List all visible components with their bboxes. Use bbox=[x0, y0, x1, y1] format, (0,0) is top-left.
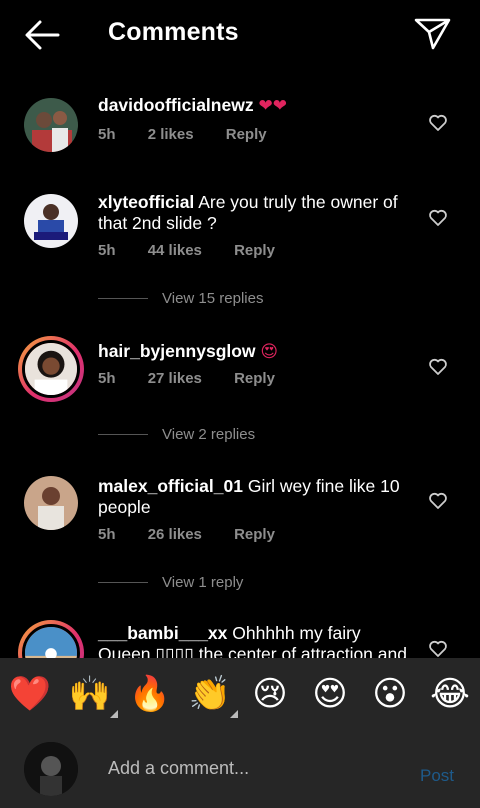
comment-meta: 5h 2 likes Reply bbox=[98, 126, 295, 143]
comment-username[interactable]: hair_byjennysglow bbox=[98, 341, 256, 361]
reply-button[interactable]: Reply bbox=[226, 126, 267, 143]
comment-time: 5h bbox=[98, 370, 116, 387]
add-comment-input[interactable] bbox=[108, 758, 398, 779]
comment-meta: 5h 27 likes Reply bbox=[98, 370, 303, 387]
page-title: Comments bbox=[108, 18, 239, 46]
clapping-hands-emoji: 👏 bbox=[188, 674, 232, 714]
comment-item: hair_byjennysglow 😍 5h 27 likes Reply Vi… bbox=[0, 336, 480, 446]
raising-hands-emoji-button[interactable]: 🙌 bbox=[68, 672, 118, 718]
comment-item: davidoofficialnewz ❤❤ 5h 2 likes Reply bbox=[0, 92, 480, 162]
heart-emoji: ❤❤ bbox=[258, 96, 287, 116]
view-replies-label: View 15 replies bbox=[162, 290, 264, 307]
heart-eyes-emoji-button[interactable]: 😍 bbox=[308, 672, 352, 716]
view-replies-label: View 2 replies bbox=[162, 426, 256, 443]
comment-username[interactable]: davidoofficialnewz bbox=[98, 95, 254, 115]
comment-time: 5h bbox=[98, 242, 116, 259]
reply-button[interactable]: Reply bbox=[234, 370, 275, 387]
divider bbox=[98, 582, 148, 583]
view-replies-link[interactable]: View 1 reply bbox=[98, 574, 243, 591]
crying-face-emoji-button[interactable]: 😢 bbox=[248, 672, 292, 716]
comment-meta: 5h 44 likes Reply bbox=[98, 242, 303, 259]
comment-likes[interactable]: 44 likes bbox=[148, 242, 202, 259]
view-replies-link[interactable]: View 15 replies bbox=[98, 290, 263, 307]
comment-time: 5h bbox=[98, 526, 116, 543]
skin-tone-indicator-icon bbox=[110, 710, 118, 718]
comment-composer-panel: ❤️ 🙌 🔥 👏 😢 😍 😮 😂 Post bbox=[0, 658, 480, 808]
fire-emoji-button[interactable]: 🔥 bbox=[128, 672, 172, 716]
post-button[interactable]: Post bbox=[420, 766, 454, 786]
surprised-face-emoji-button[interactable]: 😮 bbox=[368, 672, 412, 716]
like-heart-icon[interactable] bbox=[428, 113, 448, 133]
divider bbox=[98, 298, 148, 299]
like-heart-icon[interactable] bbox=[428, 357, 448, 377]
comment-likes[interactable]: 27 likes bbox=[148, 370, 202, 387]
comment-item: ___bambi___xx Ohhhhh my fairy Queen ▯▯▯▯… bbox=[0, 620, 480, 658]
reply-button[interactable]: Reply bbox=[234, 242, 275, 259]
tears-of-joy-emoji-button[interactable]: 😂 bbox=[428, 672, 472, 716]
comment-username[interactable]: xlyteofficial bbox=[98, 192, 194, 212]
view-replies-label: View 1 reply bbox=[162, 574, 244, 591]
comment-likes[interactable]: 26 likes bbox=[148, 526, 202, 543]
avatar[interactable] bbox=[24, 98, 78, 152]
avatar[interactable] bbox=[18, 336, 84, 402]
like-heart-icon[interactable] bbox=[428, 639, 448, 658]
comment-username[interactable]: ___bambi___xx bbox=[98, 623, 227, 643]
heart-eyes-emoji: 😍 bbox=[260, 342, 279, 362]
current-user-avatar bbox=[24, 742, 78, 796]
red-heart-emoji-button[interactable]: ❤️ bbox=[8, 672, 52, 716]
view-replies-link[interactable]: View 2 replies bbox=[98, 426, 255, 443]
back-arrow-icon[interactable] bbox=[22, 18, 62, 52]
reply-button[interactable]: Reply bbox=[234, 526, 275, 543]
like-heart-icon[interactable] bbox=[428, 208, 448, 228]
avatar[interactable] bbox=[24, 476, 78, 530]
comment-username[interactable]: malex_official_01 bbox=[98, 476, 243, 496]
comment-likes[interactable]: 2 likes bbox=[148, 126, 194, 143]
avatar[interactable] bbox=[24, 194, 78, 248]
comment-time: 5h bbox=[98, 126, 116, 143]
clapping-hands-emoji-button[interactable]: 👏 bbox=[188, 672, 238, 718]
comment-item: xlyteofficial Are you truly the owner of… bbox=[0, 190, 480, 310]
header-bar: Comments bbox=[0, 0, 480, 70]
emoji-reaction-bar: ❤️ 🙌 🔥 👏 😢 😍 😮 😂 bbox=[0, 658, 480, 730]
direct-send-icon[interactable] bbox=[412, 14, 452, 52]
comment-meta: 5h 26 likes Reply bbox=[98, 526, 303, 543]
comment-item: malex_official_01 Girl wey fine like 10 … bbox=[0, 474, 480, 594]
like-heart-icon[interactable] bbox=[428, 491, 448, 511]
avatar[interactable] bbox=[18, 620, 84, 658]
skin-tone-indicator-icon bbox=[230, 710, 238, 718]
divider bbox=[98, 434, 148, 435]
comment-input-row: Post bbox=[0, 740, 480, 808]
raising-hands-emoji: 🙌 bbox=[68, 674, 112, 714]
